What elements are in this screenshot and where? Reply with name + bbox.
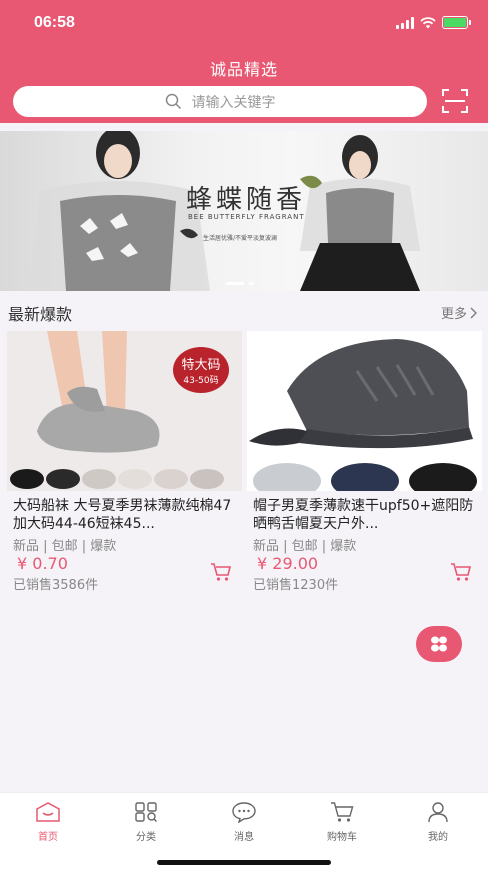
- add-to-cart-icon[interactable]: [210, 562, 232, 582]
- banner-headline: 蜂蝶随香: [186, 185, 307, 215]
- tab-label: 分类: [136, 832, 156, 843]
- tab-label: 消息: [234, 832, 254, 843]
- signal-icon: [396, 16, 414, 29]
- more-link[interactable]: 更多: [441, 303, 478, 322]
- tab-label: 我的: [428, 832, 448, 843]
- banner-carousel[interactable]: 蜂蝶随香 BEE BUTTERFLY FRAGRANT 生活居优雅/不爱平淡复波…: [0, 131, 488, 291]
- cart-icon: [331, 802, 354, 822]
- product-sold: 已销售3586件: [13, 578, 99, 593]
- product-card[interactable]: 特大码 43-50码 大码船袜 大号夏季男袜薄款纯棉47加大码44-46短袜45…: [7, 331, 242, 593]
- carousel-indicator: [226, 282, 254, 285]
- product-image: 特大码 43-50码: [7, 331, 242, 491]
- product-image: [247, 331, 482, 491]
- wifi-icon: [420, 16, 436, 28]
- product-name: 大码船袜 大号夏季男袜薄款纯棉47加大码44-46短袜45...: [13, 498, 232, 532]
- banner-tagline: 生活居优雅/不爱平淡复波澜: [203, 235, 278, 242]
- tab-messages[interactable]: 消息: [204, 801, 284, 843]
- tab-label: 购物车: [327, 832, 357, 843]
- category-icon: [135, 802, 157, 822]
- section-title: 最新爆款: [8, 305, 73, 324]
- banner-subtitle: BEE BUTTERFLY FRAGRANT: [188, 213, 305, 221]
- tab-label: 首页: [38, 832, 58, 843]
- grid-icon: [431, 636, 447, 652]
- product-sold: 已销售1230件: [253, 578, 339, 593]
- search-icon: [165, 93, 181, 110]
- product-tags: 新品 | 包邮 | 爆款: [13, 539, 117, 554]
- home-icon: [36, 802, 60, 822]
- status-icons: [396, 16, 471, 29]
- page-title: 诚品精选: [209, 60, 278, 79]
- status-bar: 06:58: [0, 0, 488, 50]
- product-price: ¥ 0.70: [17, 554, 68, 573]
- more-label: 更多: [440, 307, 467, 322]
- product-tags: 新品 | 包邮 | 爆款: [253, 539, 357, 554]
- scan-icon[interactable]: [441, 88, 469, 114]
- search-placeholder: 请输入关键字: [191, 94, 276, 111]
- user-icon: [428, 802, 448, 823]
- tab-home[interactable]: 首页: [8, 801, 88, 843]
- floating-menu-button[interactable]: [416, 626, 462, 662]
- search-input[interactable]: 请输入关键字: [13, 86, 427, 117]
- tab-category[interactable]: 分类: [106, 801, 186, 843]
- section-header: 最新爆款 更多: [0, 294, 488, 326]
- product-price: ¥ 29.00: [257, 554, 319, 573]
- size-badge: 特大码 43-50码: [173, 347, 229, 393]
- status-time: 06:58: [34, 14, 75, 31]
- product-name: 帽子男夏季薄款速干upf50+遮阳防晒鸭舌帽夏天户外...: [253, 498, 474, 532]
- tab-profile[interactable]: 我的: [398, 801, 478, 843]
- add-to-cart-icon[interactable]: [450, 562, 472, 582]
- product-card[interactable]: 帽子男夏季薄款速干upf50+遮阳防晒鸭舌帽夏天户外... 新品 | 包邮 | …: [247, 331, 482, 593]
- app-header: 06:58 诚品精选 请输入关键字: [0, 0, 488, 123]
- battery-icon: [442, 16, 471, 29]
- chevron-right-icon: [470, 307, 477, 318]
- message-icon: [232, 802, 256, 824]
- home-indicator: [157, 860, 331, 865]
- badge-sub: 43-50码: [183, 376, 219, 386]
- tab-cart[interactable]: 购物车: [302, 801, 382, 843]
- badge-main: 特大码: [181, 358, 221, 373]
